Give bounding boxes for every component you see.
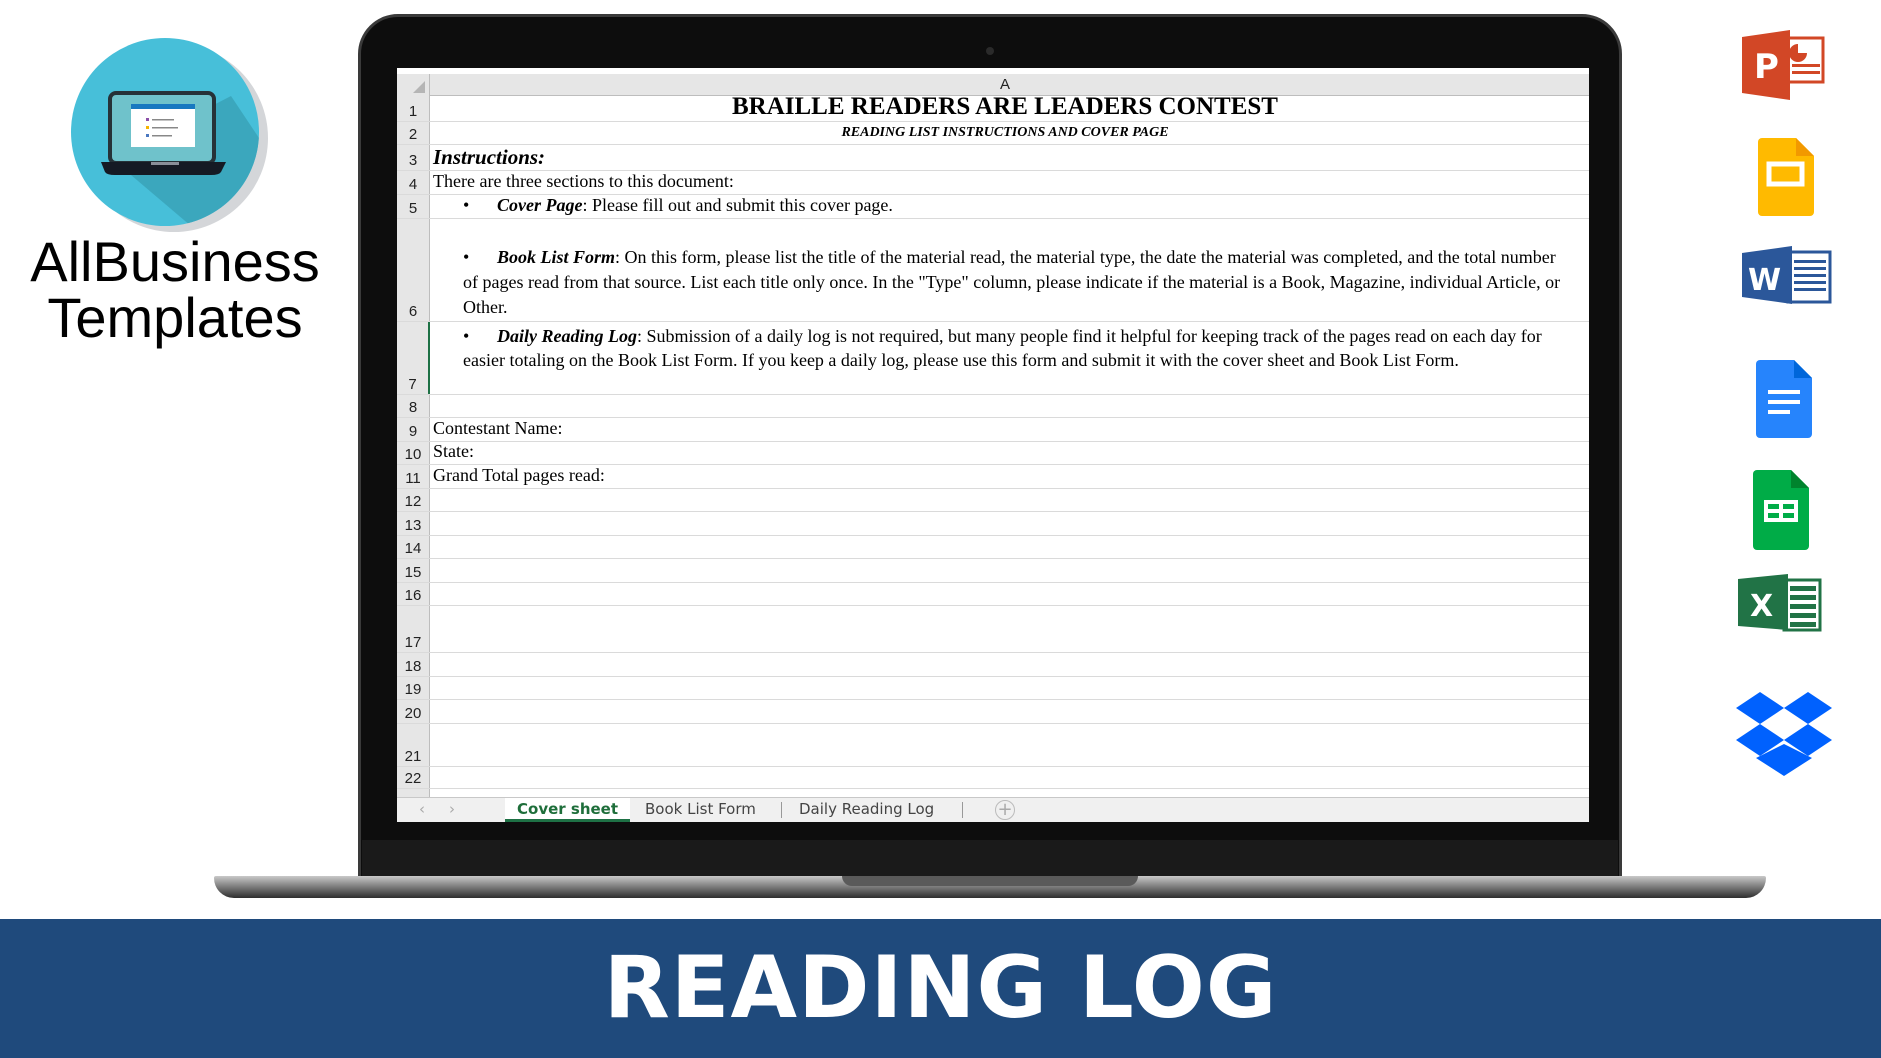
cell-a3[interactable]: Instructions: bbox=[433, 145, 1577, 169]
bullet-label: Book List Form bbox=[497, 247, 616, 267]
row-header[interactable]: 19 bbox=[397, 677, 430, 699]
tab-daily-reading-log[interactable]: Daily Reading Log bbox=[789, 798, 944, 822]
sheet-row: 14 bbox=[397, 536, 1589, 559]
tab-separator bbox=[781, 802, 782, 818]
row-header[interactable]: 8 bbox=[397, 395, 430, 417]
sheet-row: 1 BRAILLE READERS ARE LEADERS CONTEST bbox=[397, 94, 1589, 122]
row-header[interactable]: 7 bbox=[397, 322, 430, 394]
sheet-row: 15 bbox=[397, 559, 1589, 583]
add-sheet-button[interactable]: + bbox=[995, 800, 1015, 820]
row-header[interactable]: 5 bbox=[397, 195, 430, 218]
cell-a7[interactable]: • Daily Reading Log: Submission of a dail… bbox=[433, 324, 1577, 372]
row-header[interactable]: 15 bbox=[397, 559, 430, 582]
tab-book-list-form[interactable]: Book List Form bbox=[635, 798, 766, 822]
sheet-row: 17 bbox=[397, 606, 1589, 653]
bullet-label: Daily Reading Log bbox=[497, 326, 637, 346]
tab-separator bbox=[962, 802, 963, 818]
brand-name-line2: Templates bbox=[47, 286, 303, 349]
sheet-row: 22 bbox=[397, 767, 1589, 789]
sheet-row: 4 There are three sections to this docume… bbox=[397, 171, 1589, 195]
select-all-button[interactable] bbox=[397, 74, 430, 96]
tab-cover-sheet[interactable]: Cover sheet bbox=[505, 798, 631, 822]
brand-name-line1: AllBusiness bbox=[30, 230, 320, 293]
allbusiness-logo bbox=[71, 38, 259, 226]
bullet-icon: • bbox=[463, 326, 470, 346]
row-header[interactable]: 13 bbox=[397, 512, 430, 535]
bullet-icon: • bbox=[463, 195, 470, 215]
laptop-logo-icon bbox=[101, 91, 259, 226]
row-header[interactable]: 1 bbox=[397, 96, 430, 121]
sheet-row: 3 Instructions: bbox=[397, 145, 1589, 171]
excel-icon: X bbox=[1738, 574, 1822, 632]
sheet-row: 7 • Daily Reading Log: Submission of a dai… bbox=[397, 322, 1589, 395]
bullet-text: : On this form, please list the title of… bbox=[463, 247, 1561, 317]
row-header[interactable]: 21 bbox=[397, 724, 430, 766]
sheet-row: 8 bbox=[397, 395, 1589, 418]
cell-a10[interactable]: State: bbox=[433, 439, 1577, 463]
row-header[interactable]: 16 bbox=[397, 583, 430, 605]
word-icon: W bbox=[1742, 246, 1832, 304]
google-docs-icon bbox=[1756, 360, 1812, 438]
row-header[interactable]: 9 bbox=[397, 418, 430, 441]
svg-text:X: X bbox=[1750, 589, 1773, 624]
title-banner: READING LOG bbox=[0, 919, 1881, 1058]
google-sheets-icon bbox=[1753, 470, 1809, 550]
sheet-tab-bar: ‹ › Cover sheet Book List Form Daily Rea… bbox=[397, 797, 1589, 822]
svg-text:W: W bbox=[1748, 263, 1781, 298]
row-header[interactable]: 18 bbox=[397, 653, 430, 676]
next-sheet-button[interactable]: › bbox=[439, 798, 465, 822]
cell-a4[interactable]: There are three sections to this documen… bbox=[433, 169, 1577, 193]
cell-a6[interactable]: • Book List Form: On this form, please li… bbox=[433, 245, 1577, 320]
row-header[interactable]: 14 bbox=[397, 536, 430, 558]
sheet-row: 10 State: bbox=[397, 439, 1589, 465]
sheet-row: 6 • Book List Form: On this form, please l… bbox=[397, 219, 1589, 322]
bullet-text: : Please fill out and submit this cover … bbox=[582, 195, 893, 215]
sheet-row: 21 bbox=[397, 724, 1589, 767]
laptop-notch bbox=[842, 876, 1138, 886]
camera-icon bbox=[986, 47, 994, 55]
google-slides-icon bbox=[1758, 138, 1814, 216]
sheet-row: 18 bbox=[397, 653, 1589, 677]
sheet-row: 13 bbox=[397, 512, 1589, 536]
row-header[interactable]: 20 bbox=[397, 700, 430, 723]
row-header[interactable]: 10 bbox=[397, 442, 430, 464]
banner-title: READING LOG bbox=[603, 938, 1278, 1038]
sheet-row: 16 bbox=[397, 583, 1589, 606]
sheet-row: 20 bbox=[397, 700, 1589, 724]
row-header[interactable]: 4 bbox=[397, 171, 430, 194]
sheet-row: 19 bbox=[397, 677, 1589, 700]
powerpoint-icon: P bbox=[1742, 30, 1825, 100]
row-header[interactable]: 22 bbox=[397, 767, 430, 788]
row-header[interactable]: 17 bbox=[397, 606, 430, 652]
row-header[interactable]: 2 bbox=[397, 122, 430, 144]
sheet-row: 12 bbox=[397, 489, 1589, 512]
sheet-row: 11 Grand Total pages read: bbox=[397, 465, 1589, 489]
spreadsheet-screen: A 1 BRAILLE READERS ARE LEADERS CONTEST 2 R… bbox=[397, 68, 1589, 822]
dropbox-icon bbox=[1736, 692, 1832, 776]
row-header[interactable]: 6 bbox=[397, 219, 430, 321]
prev-sheet-button[interactable]: ‹ bbox=[409, 798, 435, 822]
sheet-row: 5 • Cover Page: Please fill out and submit… bbox=[397, 195, 1589, 219]
cell-a1[interactable]: BRAILLE READERS ARE LEADERS CONTEST bbox=[433, 94, 1577, 120]
cell-a11[interactable]: Grand Total pages read: bbox=[433, 463, 1577, 487]
cell-a2[interactable]: READING LIST INSTRUCTIONS AND COVER PAGE bbox=[433, 123, 1577, 143]
svg-text:P: P bbox=[1754, 47, 1779, 87]
bullet-icon: • bbox=[463, 247, 470, 267]
bullet-label: Cover Page bbox=[497, 195, 583, 215]
row-header[interactable]: 3 bbox=[397, 145, 430, 170]
row-header[interactable]: 12 bbox=[397, 489, 430, 511]
sheet-row: 2 READING LIST INSTRUCTIONS AND COVER PAG… bbox=[397, 122, 1589, 145]
cell-a5[interactable]: • Cover Page: Please fill out and submit … bbox=[433, 193, 1577, 217]
laptop-chin bbox=[362, 840, 1618, 880]
cell-a9[interactable]: Contestant Name: bbox=[433, 416, 1577, 440]
row-header[interactable]: 11 bbox=[397, 465, 430, 488]
